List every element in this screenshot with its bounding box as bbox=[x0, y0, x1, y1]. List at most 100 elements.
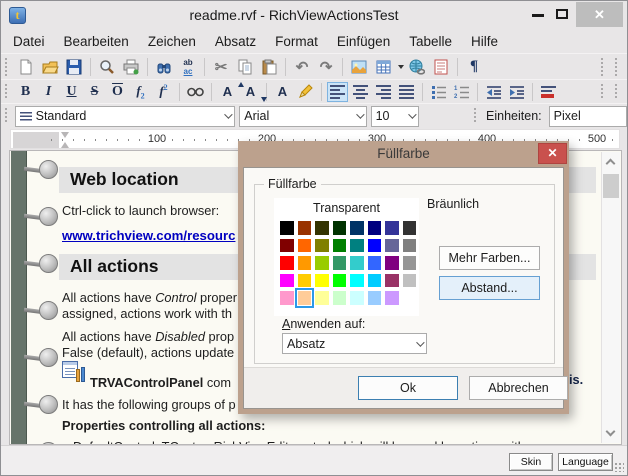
units-combobox[interactable]: Pixel bbox=[548, 105, 627, 127]
scroll-up-icon[interactable] bbox=[605, 157, 616, 169]
color-swatch[interactable] bbox=[294, 288, 314, 308]
maximize-button[interactable] bbox=[556, 9, 568, 19]
color-swatch[interactable] bbox=[297, 238, 311, 252]
minimize-button[interactable] bbox=[532, 14, 544, 17]
close-button[interactable]: ✕ bbox=[576, 2, 623, 27]
color-swatch[interactable] bbox=[350, 291, 364, 305]
open-folder-icon[interactable] bbox=[39, 56, 61, 78]
color-swatch[interactable] bbox=[367, 238, 381, 252]
menu-zeichen[interactable]: Zeichen bbox=[148, 34, 196, 49]
show-paragraph-marks-icon[interactable]: ¶ bbox=[463, 56, 485, 78]
indent-icon[interactable] bbox=[506, 82, 527, 102]
color-swatch[interactable] bbox=[350, 256, 364, 270]
ok-button[interactable]: Ok bbox=[358, 376, 458, 400]
color-swatch[interactable] bbox=[280, 221, 294, 235]
toolbar-gripper[interactable] bbox=[600, 83, 605, 100]
color-swatch[interactable] bbox=[297, 221, 311, 235]
color-swatch[interactable] bbox=[280, 238, 294, 252]
color-swatch[interactable] bbox=[332, 291, 346, 305]
superscript-button[interactable]: f2 bbox=[153, 82, 174, 102]
dialog-close-button[interactable]: ✕ bbox=[538, 143, 567, 164]
apply-to-combobox[interactable]: Absatz bbox=[282, 333, 427, 354]
color-swatch[interactable] bbox=[332, 256, 346, 270]
color-swatch[interactable] bbox=[315, 238, 329, 252]
insert-document-icon[interactable] bbox=[430, 56, 452, 78]
find-icon[interactable] bbox=[153, 56, 175, 78]
menu-tabelle[interactable]: Tabelle bbox=[409, 34, 452, 49]
cancel-button[interactable]: Abbrechen bbox=[469, 376, 568, 400]
color-swatch[interactable] bbox=[385, 273, 399, 287]
insert-hyperlink-icon[interactable] bbox=[406, 56, 428, 78]
color-swatch[interactable] bbox=[385, 221, 399, 235]
zoom-icon[interactable] bbox=[96, 56, 118, 78]
toolbar-gripper[interactable] bbox=[614, 57, 619, 76]
color-swatch[interactable] bbox=[315, 256, 329, 270]
style-combobox[interactable]: Standard bbox=[14, 105, 236, 127]
color-swatch[interactable] bbox=[402, 291, 416, 305]
toolbar-gripper[interactable] bbox=[4, 83, 9, 100]
undo-icon[interactable]: ↶ bbox=[291, 56, 313, 78]
color-swatch[interactable] bbox=[332, 221, 346, 235]
color-swatch[interactable] bbox=[385, 238, 399, 252]
align-right-button[interactable] bbox=[373, 82, 394, 102]
insert-table-dropdown[interactable] bbox=[398, 64, 404, 69]
color-swatch[interactable] bbox=[402, 256, 416, 270]
toolbar-gripper[interactable] bbox=[4, 108, 9, 124]
color-swatch[interactable] bbox=[280, 291, 294, 305]
insert-table-icon[interactable] bbox=[372, 56, 394, 78]
toolbar-gripper[interactable] bbox=[4, 57, 9, 76]
scrollbar-thumb[interactable] bbox=[603, 174, 619, 198]
document-hyperlink[interactable]: www.trichview.com/resourc bbox=[62, 228, 235, 243]
menu-einfuegen[interactable]: Einfügen bbox=[337, 34, 390, 49]
color-swatch[interactable] bbox=[280, 256, 294, 270]
color-swatch[interactable] bbox=[297, 256, 311, 270]
toolbar-gripper[interactable] bbox=[614, 83, 619, 100]
color-swatch[interactable] bbox=[402, 273, 416, 287]
subscript-button[interactable]: f2 bbox=[130, 82, 151, 102]
outdent-icon[interactable] bbox=[483, 82, 504, 102]
color-swatch[interactable] bbox=[350, 238, 364, 252]
color-swatch[interactable] bbox=[350, 273, 364, 287]
color-swatch[interactable] bbox=[315, 291, 329, 305]
bullet-list-icon[interactable] bbox=[428, 82, 449, 102]
color-swatch[interactable] bbox=[367, 221, 381, 235]
numbered-list-icon[interactable]: 12 bbox=[451, 82, 472, 102]
justify-button[interactable] bbox=[396, 82, 417, 102]
color-swatch[interactable] bbox=[297, 273, 311, 287]
font-color-button[interactable]: A bbox=[272, 82, 293, 102]
scroll-down-icon[interactable] bbox=[605, 426, 616, 438]
italic-button[interactable]: I bbox=[38, 82, 59, 102]
resize-grip[interactable] bbox=[614, 462, 624, 472]
color-swatch[interactable] bbox=[332, 238, 346, 252]
color-swatch[interactable] bbox=[367, 273, 381, 287]
menu-datei[interactable]: Datei bbox=[13, 34, 45, 49]
vertical-scrollbar[interactable] bbox=[601, 152, 620, 443]
color-swatch[interactable] bbox=[350, 221, 364, 235]
redo-icon[interactable]: ↷ bbox=[315, 56, 337, 78]
cut-icon[interactable]: ✂ bbox=[210, 56, 232, 78]
font-combobox[interactable]: Arial bbox=[239, 105, 367, 127]
menu-format[interactable]: Format bbox=[275, 34, 318, 49]
paragraph-color-icon[interactable] bbox=[538, 82, 559, 102]
highlight-icon[interactable] bbox=[295, 82, 316, 102]
underline-button[interactable]: U bbox=[61, 82, 82, 102]
menu-absatz[interactable]: Absatz bbox=[215, 34, 256, 49]
transparent-option[interactable]: Transparent bbox=[274, 198, 419, 215]
skin-button[interactable]: Skin bbox=[509, 453, 553, 471]
align-left-button[interactable] bbox=[327, 81, 348, 102]
paste-icon[interactable] bbox=[258, 56, 280, 78]
color-swatch[interactable] bbox=[367, 291, 381, 305]
copy-icon[interactable] bbox=[234, 56, 256, 78]
insert-picture-icon[interactable] bbox=[348, 56, 370, 78]
grow-font-button[interactable]: A bbox=[217, 81, 244, 102]
color-swatch[interactable] bbox=[367, 256, 381, 270]
color-swatch[interactable] bbox=[315, 221, 329, 235]
menu-bearbeiten[interactable]: Bearbeiten bbox=[64, 34, 129, 49]
align-center-button[interactable] bbox=[350, 82, 371, 102]
color-swatch[interactable] bbox=[332, 273, 346, 287]
color-swatch[interactable] bbox=[402, 238, 416, 252]
readability-glasses-icon[interactable] bbox=[185, 82, 206, 102]
find-replace-icon[interactable]: ab ac bbox=[177, 56, 199, 78]
toolbar-gripper[interactable] bbox=[473, 108, 479, 124]
print-file-icon[interactable] bbox=[120, 56, 142, 78]
